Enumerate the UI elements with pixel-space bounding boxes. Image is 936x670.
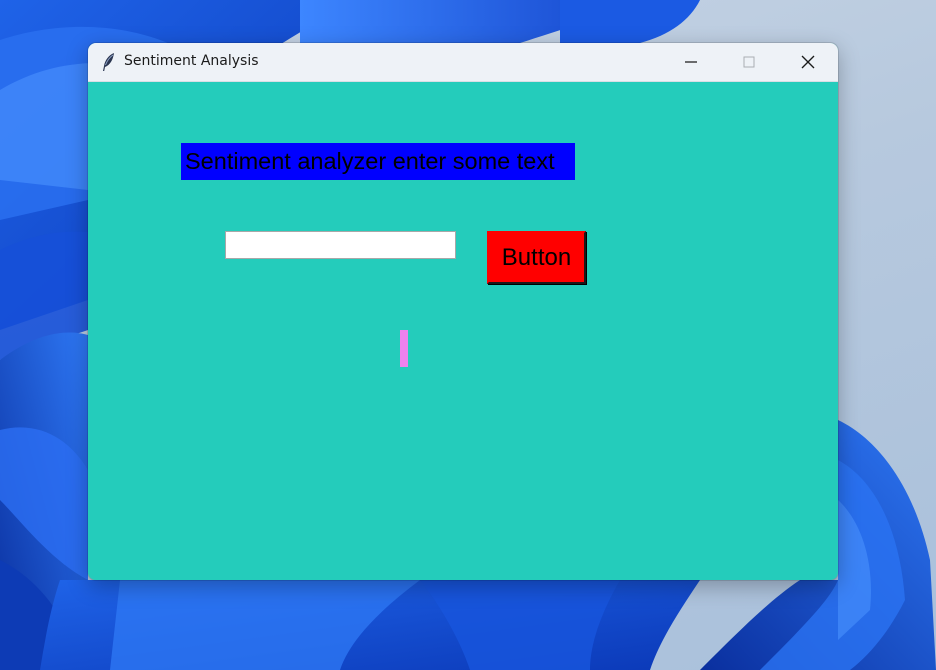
close-icon [801, 55, 815, 69]
window-title: Sentiment Analysis [124, 53, 259, 69]
analyze-button[interactable]: Button [487, 231, 586, 284]
minimize-icon [685, 61, 697, 63]
maximize-button[interactable] [720, 43, 778, 81]
feather-icon [100, 52, 118, 72]
title-bar[interactable]: Sentiment Analysis [88, 43, 838, 82]
app-window: Sentiment Analysis Sentiment analyzer en… [88, 43, 838, 580]
desktop: Sentiment Analysis Sentiment analyzer en… [0, 0, 936, 670]
result-label [400, 330, 408, 367]
maximize-icon [743, 56, 755, 68]
minimize-button[interactable] [662, 43, 720, 81]
text-entry-field[interactable] [225, 231, 456, 259]
client-area: Sentiment analyzer enter some text Butto… [88, 82, 838, 580]
heading-label: Sentiment analyzer enter some text [181, 143, 575, 180]
close-button[interactable] [778, 43, 838, 81]
